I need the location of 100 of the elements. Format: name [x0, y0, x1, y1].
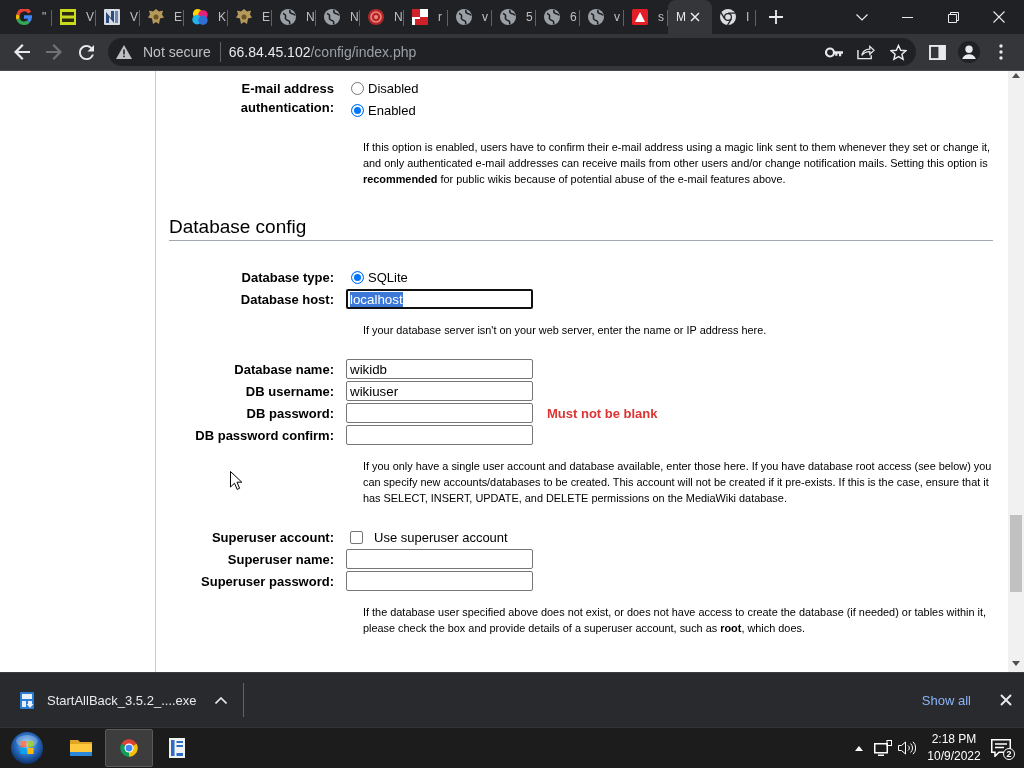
browser-logo-icon	[119, 738, 139, 758]
input-field[interactable]: localhost	[346, 289, 533, 309]
error-message: Must not be blank	[547, 405, 658, 421]
browser-tab[interactable]: N	[272, 0, 316, 34]
close-icon	[1000, 694, 1012, 706]
share-icon	[857, 44, 875, 60]
globe-icon	[324, 9, 340, 25]
restore-icon	[947, 11, 959, 23]
browser-tab[interactable]: s	[624, 0, 668, 34]
help-text: If you only have a single user account and database available, enter those here. If you have database root access (see below) you can specify new accounts/databases to be created. This account will not be created if it pre-exists. If this is the case, ensure that it has SELECT, INSERT, UPDATE, and DELETE permissions on the MediaWiki database.	[363, 459, 993, 506]
browser-tab[interactable]: "	[8, 0, 52, 34]
chevron-down-icon	[856, 13, 868, 21]
checkbox-label[interactable]: Use superuser account	[374, 526, 508, 548]
installer-file-icon	[20, 691, 34, 709]
back-arrow-icon	[14, 44, 30, 60]
input-field[interactable]: wikidb	[346, 359, 533, 379]
field-label: E-mail address authentication:	[240, 80, 334, 115]
field-label: DB password:	[246, 405, 334, 421]
security-chip[interactable]: Not secure	[110, 40, 212, 64]
input-field[interactable]: wikiuser	[346, 381, 533, 401]
browser-tab[interactable]: K	[184, 0, 228, 34]
speaker-icon	[898, 741, 916, 755]
warning-icon	[116, 45, 132, 59]
url-text[interactable]: 66.84.45.102/config/index.php	[228, 44, 417, 60]
browser-tab[interactable]: V	[96, 0, 140, 34]
tile-logo-icon	[60, 9, 76, 25]
dots-logo-icon	[192, 9, 208, 25]
input-field[interactable]	[346, 403, 533, 423]
browser-tab[interactable]: v	[580, 0, 624, 34]
browser-tab[interactable]: r	[404, 0, 448, 34]
side-panel-icon	[928, 44, 946, 60]
notifications-button[interactable]: 2	[988, 728, 1014, 768]
triangle-logo-icon	[632, 9, 648, 25]
field-label: Database type:	[241, 269, 334, 285]
field-label: DB password confirm:	[195, 427, 334, 443]
radio-button[interactable]	[351, 81, 364, 95]
option-label[interactable]: Enabled	[368, 102, 416, 118]
address-bar[interactable]: Not secure 66.84.45.102/config/index.php	[108, 38, 916, 66]
globe-icon	[500, 9, 516, 25]
network-monitor-icon	[874, 740, 892, 756]
folder-icon	[69, 738, 93, 758]
caret-up-icon[interactable]	[214, 696, 227, 704]
crest-icon	[148, 9, 164, 25]
reload-icon	[78, 44, 94, 60]
browser-tab[interactable]: 6	[536, 0, 580, 34]
taskbar-app[interactable]	[105, 729, 153, 767]
browser-tab[interactable]: N	[360, 0, 404, 34]
plus-icon	[769, 10, 783, 24]
input-field[interactable]	[346, 571, 533, 591]
section-heading: Database config	[169, 216, 307, 237]
help-text: If this option is enabled, users have to confirm their e-mail address using a magic link sent to them whenever they set or change it, and only authenticated e-mail addresses can receive mails from other users and/or change notification mails. Setting this option is recommended for public wikis because of potential abuse of the e-mail features above.	[363, 140, 992, 187]
mouse-pointer-icon	[230, 471, 242, 490]
browser-logo-icon	[720, 9, 736, 25]
field-label: DB username:	[245, 383, 334, 399]
globe-icon	[544, 9, 560, 25]
browser-tab[interactable]: N	[316, 0, 360, 34]
radio-button[interactable]	[351, 270, 364, 284]
browser-tab[interactable]: E	[228, 0, 272, 34]
profile-button[interactable]	[955, 38, 983, 66]
square-logo-icon	[104, 9, 120, 25]
scroll-up-arrow-icon[interactable]	[1012, 73, 1020, 78]
key-icon	[825, 46, 843, 58]
browser-tab[interactable]: I	[712, 0, 756, 34]
checkbox[interactable]	[350, 530, 363, 544]
input-field[interactable]	[346, 549, 533, 569]
globe-icon	[588, 9, 604, 25]
radio-button[interactable]	[351, 103, 364, 117]
clock-time[interactable]: 2:18 PM	[931, 731, 977, 748]
option-label[interactable]: SQLite	[368, 269, 408, 285]
crest-icon	[236, 9, 252, 25]
clock-date[interactable]: 10/9/2022	[927, 748, 981, 765]
start-orb-icon	[11, 732, 43, 764]
close-icon[interactable]	[690, 12, 700, 22]
notification-badge: 2	[1003, 748, 1015, 760]
field-label: Superuser account:	[211, 529, 334, 545]
kebab-menu-icon	[999, 44, 1003, 60]
scroll-down-arrow-icon[interactable]	[1012, 661, 1020, 666]
field-label: Superuser name:	[227, 551, 334, 567]
scrollbar[interactable]	[1008, 71, 1024, 672]
field-label: Database name:	[234, 361, 334, 377]
star-icon	[889, 43, 907, 61]
browser-tab[interactable]: M	[668, 0, 712, 34]
speech-bubble-icon	[991, 739, 1011, 757]
checker-logo-icon	[412, 9, 428, 25]
scrollbar-thumb[interactable]	[1010, 515, 1022, 592]
browser-tab[interactable]: 5	[492, 0, 536, 34]
field-label: Database host:	[240, 291, 334, 307]
globe-icon	[456, 9, 472, 25]
browser-tab[interactable]: v	[448, 0, 492, 34]
browser-tab[interactable]: E	[140, 0, 184, 34]
g-logo-icon	[16, 9, 32, 25]
input-field[interactable]	[346, 425, 533, 445]
show-all-button[interactable]: Show all	[913, 684, 979, 716]
browser-tab[interactable]: V	[52, 0, 96, 34]
field-label: Superuser password:	[201, 573, 334, 589]
download-item[interactable]: StartAllBack_3.5.2_....exe	[12, 680, 233, 720]
option-label[interactable]: Disabled	[368, 80, 419, 96]
person-icon	[958, 41, 980, 63]
ring-logo-icon	[368, 9, 384, 25]
close-icon	[993, 11, 1005, 23]
